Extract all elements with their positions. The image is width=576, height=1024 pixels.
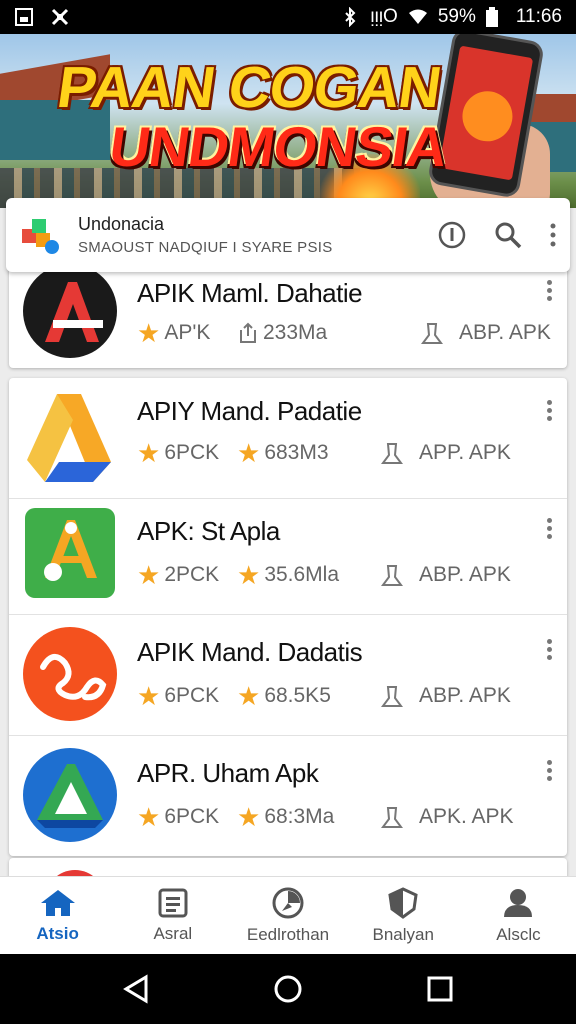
star-icon: ★: [137, 438, 161, 468]
nav-gauge[interactable]: Eedlrothan: [230, 877, 345, 954]
list-item[interactable]: APR. Uham Apk ★ 6PCK ★ 68:3Ma APK. APK: [9, 736, 567, 857]
app-rating: 6PCK: [164, 684, 220, 707]
wifi-icon: [408, 9, 427, 24]
download-icon: [381, 686, 403, 707]
star-icon: ★: [137, 802, 161, 832]
nav-home[interactable]: Atsio: [0, 877, 115, 954]
star-icon: ★: [137, 681, 161, 711]
info-icon[interactable]: [438, 221, 466, 249]
battery-icon: [485, 7, 498, 27]
home-circle-icon[interactable]: [273, 974, 303, 1004]
app-type: ABP. APK: [419, 563, 511, 586]
nav-label: Bnalyan: [372, 924, 434, 944]
gallery-icon: [15, 8, 33, 26]
more-vert-icon[interactable]: [547, 518, 553, 542]
gauge-icon: [272, 887, 304, 918]
shield-icon: [388, 886, 418, 919]
app-size: 68:3Ma: [264, 805, 335, 828]
search-icon[interactable]: [494, 221, 522, 249]
nav-list[interactable]: Asral: [115, 877, 230, 954]
app-title: APIY Mand. Padatie: [137, 396, 362, 426]
app-name: Undonacia: [78, 214, 165, 234]
signal-text: ᴉᴉᴉO: [370, 6, 398, 27]
more-vert-icon[interactable]: [547, 760, 553, 784]
app-list: APIY Mand. Padatie ★ 6PCK ★ 683M3 APP. APK…: [9, 378, 567, 856]
star-icon: ★: [237, 560, 261, 590]
star-icon: ★: [237, 438, 261, 468]
recents-icon[interactable]: [426, 975, 454, 1003]
app-header: Undonacia SMAOUST NADQIUF I SYARE PSIS: [6, 198, 570, 272]
app-size: 233Ma: [263, 321, 328, 344]
share-icon: [240, 322, 256, 343]
app-rating: 6PCK: [164, 805, 220, 828]
more-vert-icon[interactable]: [547, 400, 553, 424]
app-rating: 6PCK: [164, 441, 220, 464]
app-type: ABP. APK: [419, 684, 511, 707]
more-vert-icon[interactable]: [547, 639, 553, 663]
app-rating: AP'K: [164, 321, 211, 344]
app-icon-green-a: [23, 506, 117, 600]
person-icon: [504, 888, 533, 917]
app-title: APR. Uham Apk: [137, 758, 319, 788]
app-size: 683M3: [264, 441, 329, 464]
app-type: APK. APK: [419, 805, 514, 828]
list-item[interactable]: APIY Mand. Padatie ★ 6PCK ★ 683M3 APP. APK: [9, 378, 567, 499]
download-icon: [381, 565, 403, 586]
download-icon: [381, 807, 403, 828]
bottom-navigation: Atsio Asral Eedlrothan Bnalyan Alsclc: [0, 876, 576, 954]
bluetooth-icon: [345, 7, 356, 27]
clock: 11:66: [515, 6, 562, 27]
nav-label: Alsclc: [496, 924, 541, 944]
banner-title-line2: UNDMONSIA: [105, 115, 451, 178]
list-item[interactable]: APIK Maml. Dahatie ★ AP'K 233Ma ABP. APK: [9, 258, 567, 368]
download-icon: [421, 323, 443, 344]
home-icon: [40, 889, 75, 916]
system-navigation-bar: [0, 954, 576, 1024]
nav-profile[interactable]: Alsclc: [461, 877, 576, 954]
app-notification-icon: [51, 8, 69, 26]
app-type: APP. APK: [419, 441, 511, 464]
list-item[interactable]: APIK Mand. Dadatis ★ 6PCK ★ 68.5K5 ABP. AP…: [9, 615, 567, 736]
app-icon-blue-a: [23, 748, 117, 842]
list-item[interactable]: APK: St Apla ★ 2PCK ★ 35.6Mla ABP. APK: [9, 494, 567, 615]
app-title: APK: St Apla: [137, 516, 280, 546]
star-icon: ★: [137, 318, 161, 348]
app-icon-triangle: [23, 390, 117, 484]
app-title: APIK Mand. Dadatis: [137, 637, 363, 667]
promo-banner[interactable]: PAAN COGAN UNDMONSIA: [0, 34, 576, 208]
app-rating: 2PCK: [164, 563, 220, 586]
banner-title-line1: PAAN COGAN: [53, 55, 445, 120]
download-icon: [381, 443, 403, 464]
nav-shield[interactable]: Bnalyan: [346, 877, 461, 954]
app-logo: [20, 215, 60, 255]
more-vert-icon[interactable]: [550, 223, 556, 247]
star-icon: ★: [237, 681, 261, 711]
more-vert-icon[interactable]: [547, 280, 553, 304]
list-icon: [158, 888, 188, 917]
app-subtitle: SMAOUST NADQIUF I SYARE PSIS: [78, 239, 333, 256]
app-icon-orange-loop: [23, 627, 117, 721]
status-bar: ᴉᴉᴉO 59% 11:66: [0, 0, 576, 34]
app-card-featured: APIK Maml. Dahatie ★ AP'K 233Ma ABP. APK: [9, 258, 567, 368]
back-icon[interactable]: [122, 974, 150, 1004]
app-title: APIK Maml. Dahatie: [137, 278, 363, 308]
app-size: 35.6Mla: [264, 563, 340, 586]
app-size: 68.5K5: [264, 684, 331, 707]
nav-label: Asral: [153, 923, 193, 943]
app-icon-red-a: [23, 264, 117, 358]
app-type: ABP. APK: [459, 321, 551, 344]
nav-label: Eedlrothan: [246, 924, 330, 944]
battery-percent: 59%: [437, 6, 476, 27]
star-icon: ★: [137, 560, 161, 590]
star-icon: ★: [237, 802, 261, 832]
nav-label: Atsio: [36, 923, 79, 943]
